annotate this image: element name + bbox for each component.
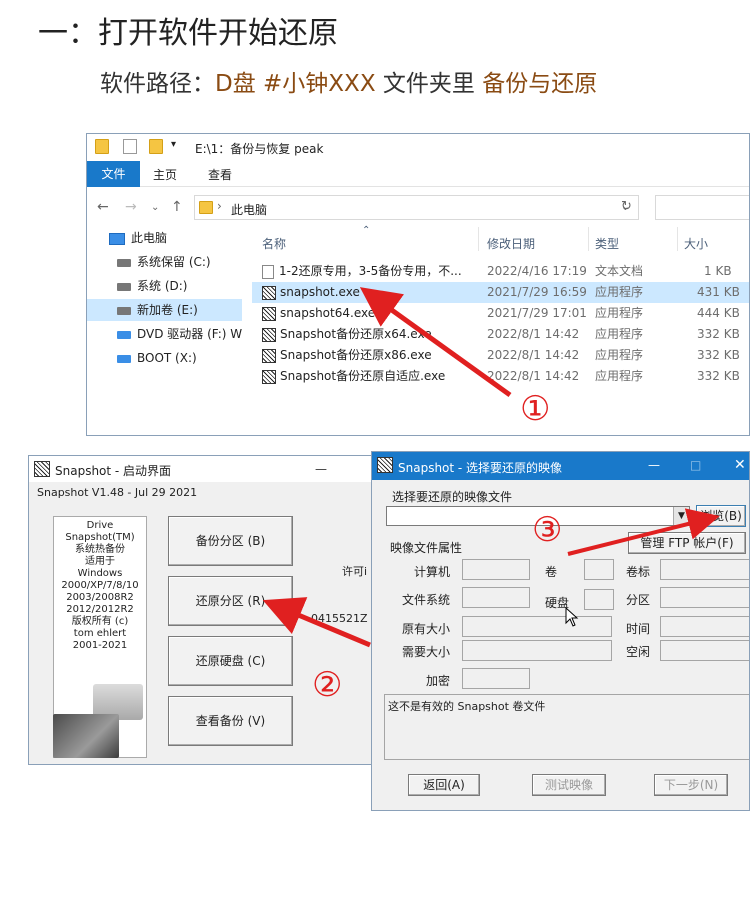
arrow-to-restore-partition	[262, 597, 371, 648]
annotation-overlay: ① ② ③	[262, 287, 720, 705]
step-marker-3: ③	[532, 510, 562, 550]
arrow-to-snapshot-exe	[359, 287, 512, 398]
arrow-to-browse	[567, 508, 720, 556]
step-marker-2: ②	[312, 665, 342, 705]
step-marker-1: ①	[520, 389, 550, 429]
